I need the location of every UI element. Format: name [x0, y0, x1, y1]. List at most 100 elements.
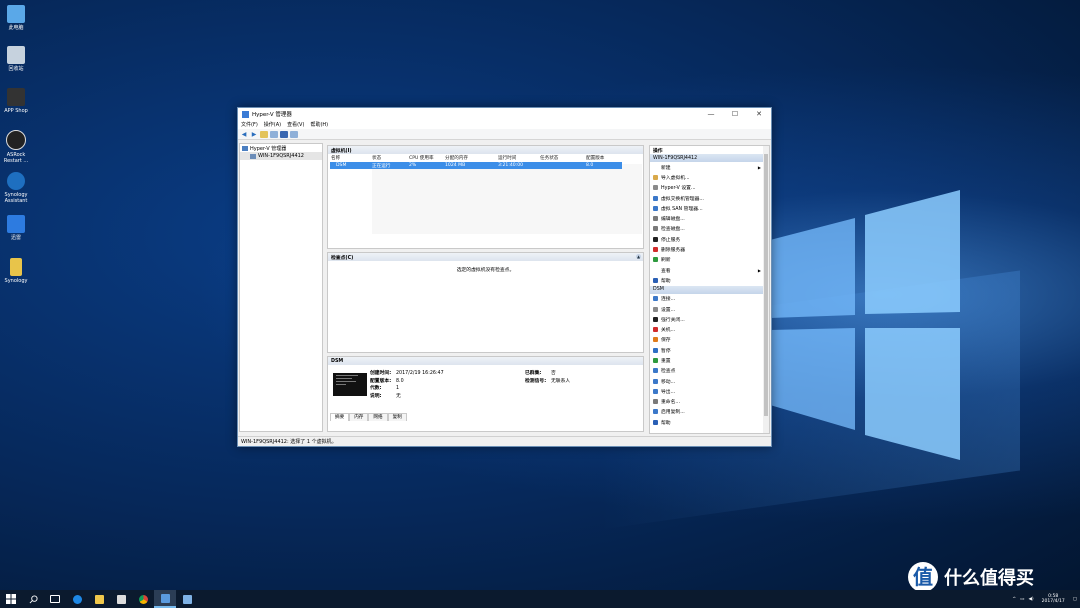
desktop-icon-app-shop[interactable]: APP Shop	[2, 88, 30, 114]
action-item[interactable]: 暂停	[650, 345, 769, 355]
desktop-icon-xunlei[interactable]: 迅雷	[2, 215, 30, 241]
details-panel-title: DSM	[331, 358, 344, 364]
desktop-icon-synology-assistant[interactable]: Synology Assistant	[2, 172, 30, 204]
tab-summary[interactable]: 摘要	[330, 413, 350, 421]
app-icon	[182, 594, 192, 604]
action-item[interactable]: 重置	[650, 355, 769, 365]
close-button[interactable]: ✕	[747, 110, 771, 118]
action-item[interactable]: 删除服务器	[650, 244, 769, 254]
clock-date: 2017/4/17	[1041, 599, 1065, 604]
action-item[interactable]: 编辑磁盘...	[650, 213, 769, 223]
menu-view[interactable]: 查看(V)	[287, 121, 304, 128]
field-config-version: 8.0	[396, 378, 404, 384]
back-arrow-icon[interactable]: ◀	[240, 131, 248, 138]
action-item[interactable]: 虚拟 SAN 管理器...	[650, 203, 769, 213]
task-view-button[interactable]	[44, 590, 66, 608]
action-item[interactable]: 启用复制...	[650, 407, 769, 417]
folder-up-icon[interactable]	[260, 130, 268, 138]
action-item[interactable]: 关机...	[650, 324, 769, 334]
action-item[interactable]: 强行关闭...	[650, 314, 769, 324]
help-icon[interactable]	[280, 130, 288, 138]
column-header-uptime[interactable]: 运行时间	[498, 155, 540, 161]
volume-icon[interactable]: ◀)	[1028, 597, 1033, 602]
notification-icon[interactable]: ▢	[1073, 597, 1077, 602]
action-item[interactable]: 查看 ▶	[650, 265, 769, 275]
tab-replication[interactable]: 复制	[387, 413, 407, 421]
field-key: 检测信号:	[525, 378, 547, 384]
vm-table-header: 名称 状态 CPU 使用率 分配的内存 运行时间 任务状态 配置版本	[328, 154, 643, 162]
minimize-button[interactable]: —	[699, 110, 723, 118]
tab-network[interactable]: 网络	[368, 413, 388, 421]
show-hide-tree-icon[interactable]	[270, 130, 278, 138]
desktop-icon-label: 回收站	[8, 66, 24, 72]
submenu-arrow-icon: ▶	[757, 267, 761, 273]
actions-scrollbar[interactable]	[763, 146, 769, 433]
action-item[interactable]: 停止服务	[650, 234, 769, 244]
desktop-icon-this-pc[interactable]: 此电脑	[2, 5, 30, 31]
desktop-icon-recycle-bin[interactable]: 回收站	[2, 46, 30, 72]
column-header-state[interactable]: 状态	[372, 155, 409, 161]
network-icon[interactable]: ▭	[1020, 597, 1024, 602]
action-label: 检查磁盘...	[661, 227, 685, 233]
action-item[interactable]: 检查点	[650, 366, 769, 376]
show-hide-actions-icon[interactable]	[290, 130, 298, 138]
taskbar-explorer[interactable]	[88, 590, 110, 608]
desktop-icon-synology-folder[interactable]: Synology	[2, 258, 30, 284]
tree-node-hyperv-manager[interactable]: Hyper-V 管理器	[240, 144, 322, 152]
search-icon	[29, 594, 38, 603]
start-button[interactable]	[0, 590, 22, 608]
column-header-task[interactable]: 任务状态	[540, 155, 586, 161]
column-header-memory[interactable]: 分配的内存	[445, 155, 498, 161]
action-item[interactable]: Hyper-V 设置...	[650, 183, 769, 193]
action-item[interactable]: 连接...	[650, 294, 769, 304]
desktop-icon-asrock[interactable]: ASRock Restart ...	[2, 130, 30, 164]
action-item[interactable]: 保存	[650, 335, 769, 345]
actions-section-vm[interactable]: DSM ▲	[650, 285, 769, 294]
taskbar-store[interactable]	[110, 590, 132, 608]
menu-action[interactable]: 操作(A)	[264, 121, 281, 128]
menu-file[interactable]: 文件(F)	[241, 121, 258, 128]
vm-row-dsm[interactable]: DSM 正在运行 2% 1024 MB 3:21:40:00 8.0	[330, 162, 622, 169]
column-header-version[interactable]: 配置版本	[586, 155, 626, 161]
taskbar-chrome[interactable]	[132, 590, 154, 608]
action-item[interactable]: 新建 ▶	[650, 162, 769, 172]
action-label: 帮助	[661, 278, 671, 284]
windows-logo	[770, 190, 960, 460]
clock[interactable]: 0:58 2017/4/17	[1042, 594, 1065, 605]
search-button[interactable]	[22, 590, 44, 608]
action-item[interactable]: 导入虚拟机...	[650, 172, 769, 182]
action-item[interactable]: 帮助	[650, 417, 769, 427]
menu-bar: 文件(F) 操作(A) 查看(V) 帮助(H)	[238, 120, 771, 129]
action-item[interactable]: 检查磁盘...	[650, 224, 769, 234]
vm-name: DSM	[336, 163, 347, 168]
menu-help[interactable]: 帮助(H)	[310, 121, 328, 128]
action-icon	[653, 174, 658, 180]
action-item[interactable]: 导出...	[650, 386, 769, 396]
chevron-up-icon[interactable]: ^	[1012, 597, 1016, 602]
action-item[interactable]: 虚拟交换机管理器...	[650, 193, 769, 203]
taskbar: ^ ▭ ◀) 0:58 2017/4/17 ▢	[0, 590, 1080, 608]
maximize-button[interactable]: ☐	[723, 110, 747, 118]
action-item[interactable]: 设置...	[650, 304, 769, 314]
column-header-name[interactable]: 名称	[328, 155, 372, 161]
action-item[interactable]: 刷新	[650, 255, 769, 265]
action-item[interactable]: 重命名...	[650, 397, 769, 407]
action-label: 重置	[661, 358, 671, 364]
forward-arrow-icon[interactable]: ▶	[250, 131, 258, 138]
vm-thumbnail[interactable]	[333, 373, 367, 396]
column-header-cpu[interactable]: CPU 使用率	[409, 155, 445, 161]
taskbar-network-app[interactable]	[176, 590, 198, 608]
scrollbar-thumb[interactable]	[764, 154, 768, 416]
virtual-machines-panel: 虚拟机(I) 名称 状态 CPU 使用率 分配的内存 运行时间 任务状态 配置版…	[327, 145, 644, 249]
action-item[interactable]: 移动...	[650, 376, 769, 386]
tab-memory[interactable]: 内存	[349, 413, 369, 421]
taskbar-edge[interactable]	[66, 590, 88, 608]
action-item[interactable]: 帮助	[650, 275, 769, 285]
tree-node-server[interactable]: WIN-1F9QSRJ4412	[240, 152, 322, 160]
actions-section-server[interactable]: WIN-1F9QSRJ4412 ▲	[650, 154, 769, 162]
collapse-icon[interactable]: ▲	[636, 254, 641, 259]
taskbar-hyperv[interactable]	[154, 590, 176, 608]
action-label: 虚拟 SAN 管理器...	[661, 206, 703, 212]
title-bar[interactable]: Hyper-V 管理器 — ☐ ✕	[238, 108, 771, 120]
action-label: 强行关闭...	[661, 317, 685, 323]
